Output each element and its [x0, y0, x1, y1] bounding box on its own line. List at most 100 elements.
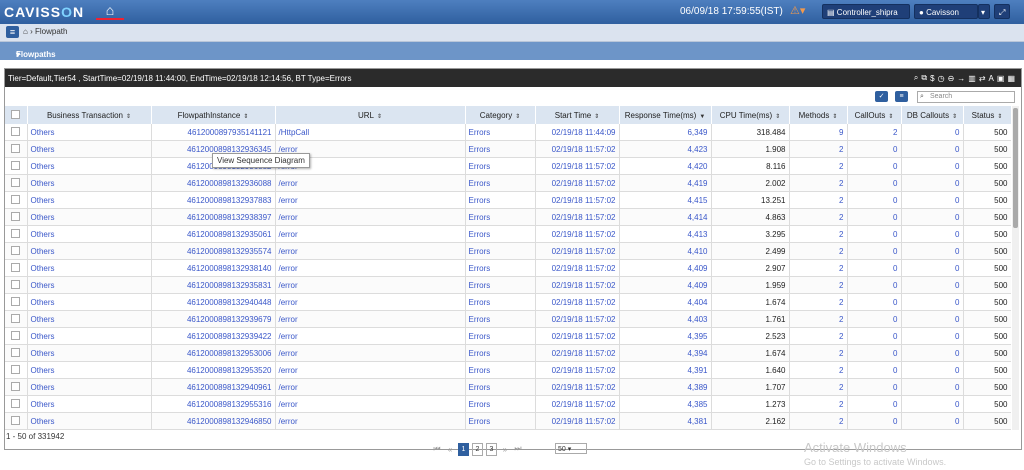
db-callouts-cell[interactable]: 0 [901, 225, 964, 243]
methods-cell[interactable]: 2 [789, 293, 848, 311]
row-checkbox[interactable] [5, 157, 28, 175]
bt-cell[interactable]: Others [27, 310, 152, 328]
table-row[interactable]: Others 4612000897935141121/HttpCall Errors… [5, 124, 1011, 141]
db-callouts-cell[interactable]: 0 [901, 412, 964, 430]
response-time-cell[interactable]: 4,419 [619, 174, 712, 192]
bt-cell[interactable]: Others [27, 174, 152, 192]
category-cell[interactable]: Errors [465, 344, 536, 362]
category-cell[interactable]: Errors [465, 378, 536, 396]
bt-cell[interactable]: Others [27, 276, 152, 294]
start-time-cell[interactable]: 02/19/18 11:57:02 [535, 344, 620, 362]
flowpath-instance-cell[interactable]: 4612000898132937883 [151, 191, 276, 209]
start-time-cell[interactable]: 02/19/18 11:57:02 [535, 395, 620, 413]
row-checkbox[interactable] [5, 208, 28, 226]
methods-cell[interactable]: 2 [789, 242, 848, 260]
callouts-cell[interactable]: 2 [847, 124, 902, 141]
start-time-cell[interactable]: 02/19/18 11:57:02 [535, 412, 620, 430]
flowpath-instance-cell[interactable]: 4612000898132953520 [151, 361, 276, 379]
db-callouts-cell[interactable]: 0 [901, 361, 964, 379]
category-cell[interactable]: Errors [465, 310, 536, 328]
category-cell[interactable]: Errors [465, 293, 536, 311]
search-input[interactable]: ⌕ Search [917, 91, 1015, 103]
row-checkbox[interactable] [5, 310, 28, 328]
start-time-cell[interactable]: 02/19/18 11:57:02 [535, 310, 620, 328]
category-cell[interactable]: Errors [465, 276, 536, 294]
db-callouts-cell[interactable]: 0 [901, 259, 964, 277]
controller-button[interactable]: ▤ Controller_shipra [822, 4, 910, 19]
callouts-cell[interactable]: 0 [847, 310, 902, 328]
category-cell[interactable]: Errors [465, 157, 536, 175]
table-row[interactable]: Others 4612000898132935831/error Errors 02/… [5, 276, 1011, 294]
bt-cell[interactable]: Others [27, 344, 152, 362]
start-time-cell[interactable]: 02/19/18 11:57:02 [535, 242, 620, 260]
table-row[interactable]: Others 4612000898132939679/error Errors 02/… [5, 310, 1011, 328]
category-cell[interactable]: Errors [465, 242, 536, 260]
callouts-cell[interactable]: 0 [847, 140, 902, 158]
db-callouts-cell[interactable]: 0 [901, 191, 964, 209]
row-checkbox[interactable] [5, 259, 28, 277]
table-row[interactable]: Others 4612000898132953006/error Errors 02/… [5, 344, 1011, 362]
flowpath-instance-cell[interactable]: 4612000898132953006 [151, 344, 276, 362]
table-row[interactable]: Others 4612000898132936088/error Errors 02/… [5, 174, 1011, 192]
methods-cell[interactable]: 2 [789, 174, 848, 192]
callouts-cell[interactable]: 0 [847, 259, 902, 277]
stop-icon[interactable]: ⊖ [948, 74, 955, 83]
column-header[interactable]: Start Time ⇕ [535, 106, 620, 124]
methods-cell[interactable]: 2 [789, 157, 848, 175]
response-time-cell[interactable]: 4,420 [619, 157, 712, 175]
prev-page-icon[interactable]: « [445, 445, 455, 454]
column-header[interactable]: CPU Time(ms) ⇕ [711, 106, 790, 124]
category-cell[interactable]: Errors [465, 191, 536, 209]
start-time-cell[interactable]: 02/19/18 11:57:02 [535, 157, 620, 175]
bt-cell[interactable]: Others [27, 378, 152, 396]
flowpath-instance-cell[interactable]: 4612000898132938397 [151, 208, 276, 226]
category-cell[interactable]: Errors [465, 208, 536, 226]
methods-cell[interactable]: 2 [789, 140, 848, 158]
url-cell[interactable]: /error [275, 293, 466, 311]
category-cell[interactable]: Errors [465, 140, 536, 158]
db-callouts-cell[interactable]: 0 [901, 327, 964, 345]
column-header[interactable]: Category ⇕ [465, 106, 536, 124]
row-checkbox[interactable] [5, 276, 28, 294]
url-cell[interactable]: /error [275, 174, 466, 192]
swap-icon[interactable]: ⇄ [979, 74, 986, 83]
row-checkbox[interactable] [5, 174, 28, 192]
url-cell[interactable]: /error [275, 259, 466, 277]
response-time-cell[interactable]: 4,394 [619, 344, 712, 362]
response-time-cell[interactable]: 4,391 [619, 361, 712, 379]
methods-cell[interactable]: 2 [789, 276, 848, 294]
methods-cell[interactable]: 2 [789, 225, 848, 243]
methods-cell[interactable]: 2 [789, 412, 848, 430]
url-cell[interactable]: /error [275, 310, 466, 328]
flowpath-instance-cell[interactable]: 4612000898132938140 [151, 259, 276, 277]
methods-cell[interactable]: 2 [789, 191, 848, 209]
table-row[interactable]: Others 4612000898132955316/error Errors 02/… [5, 395, 1011, 413]
callouts-cell[interactable]: 0 [847, 208, 902, 226]
page-button[interactable]: 2 [472, 442, 483, 456]
db-callouts-cell[interactable]: 0 [901, 378, 964, 396]
url-cell[interactable]: /error [275, 276, 466, 294]
table-row[interactable]: Others 4612000898132937883/error Errors 02/… [5, 191, 1011, 209]
url-cell[interactable]: /error [275, 395, 466, 413]
methods-cell[interactable]: 2 [789, 395, 848, 413]
start-time-cell[interactable]: 02/19/18 11:57:02 [535, 327, 620, 345]
start-time-cell[interactable]: 02/19/18 11:57:02 [535, 140, 620, 158]
url-cell[interactable]: /error [275, 412, 466, 430]
url-cell[interactable]: /error [275, 208, 466, 226]
bt-cell[interactable]: Others [27, 361, 152, 379]
row-checkbox[interactable] [5, 124, 28, 141]
callouts-cell[interactable]: 0 [847, 225, 902, 243]
db-callouts-cell[interactable]: 0 [901, 276, 964, 294]
row-checkbox[interactable] [5, 412, 28, 430]
bt-cell[interactable]: Others [27, 242, 152, 260]
flowpath-instance-cell[interactable]: 4612000898132940448 [151, 293, 276, 311]
methods-cell[interactable]: 9 [789, 124, 848, 141]
callouts-cell[interactable]: 0 [847, 293, 902, 311]
response-time-cell[interactable]: 6,349 [619, 124, 712, 141]
table-row[interactable]: Others 4612000898132953520/error Errors 02/… [5, 361, 1011, 379]
flowpath-instance-cell[interactable]: 4612000897935141121 [151, 124, 276, 141]
column-header[interactable]: DB Callouts ⇕ [901, 106, 964, 124]
url-cell[interactable]: /error [275, 242, 466, 260]
table-row[interactable]: Others 4612000898132940448/error Errors 02/… [5, 293, 1011, 311]
url-cell[interactable]: /error [275, 344, 466, 362]
